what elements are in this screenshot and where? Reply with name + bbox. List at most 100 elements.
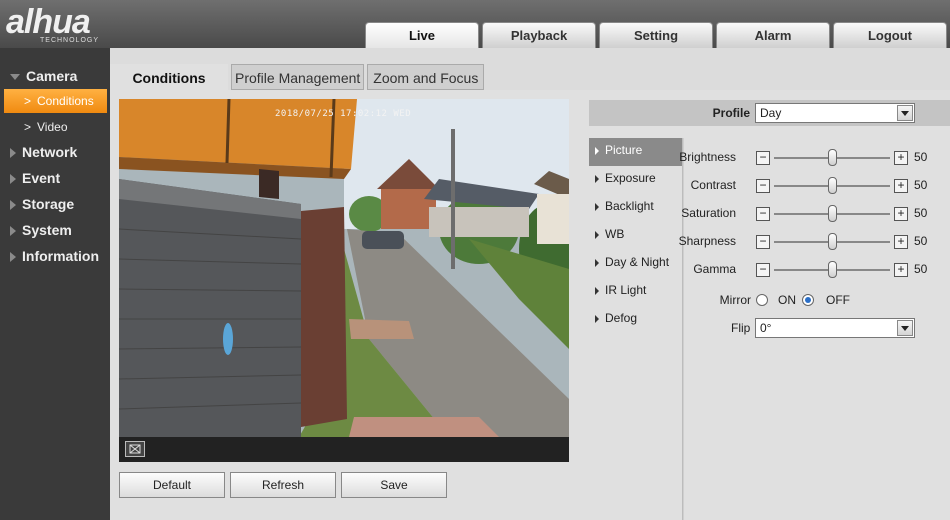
gamma-slider-thumb[interactable] bbox=[827, 261, 837, 278]
mirror-on-label: ON bbox=[778, 293, 796, 307]
mirror-label: Mirror bbox=[719, 293, 751, 307]
brightness-value: 50 bbox=[914, 150, 928, 164]
saturation-label: Saturation bbox=[681, 206, 736, 220]
contrast-increase-button[interactable]: + bbox=[894, 179, 908, 193]
saturation-value: 50 bbox=[914, 206, 928, 220]
flip-select[interactable]: 0° bbox=[755, 318, 915, 338]
video-timestamp: 2018/07/25 17:02:12 WED bbox=[275, 109, 412, 119]
menu-picture[interactable]: Picture bbox=[589, 138, 682, 166]
triangle-right-icon bbox=[595, 146, 599, 155]
nav-system[interactable]: System bbox=[0, 217, 110, 243]
menu-backlight[interactable]: Backlight bbox=[589, 194, 682, 222]
menu-defog[interactable]: Defog bbox=[589, 306, 682, 334]
menu-wb[interactable]: WB bbox=[589, 222, 682, 250]
triangle-right-icon bbox=[595, 230, 599, 239]
nav-storage[interactable]: Storage bbox=[0, 191, 110, 217]
menu-day-night-label: Day & Night bbox=[605, 255, 670, 269]
nav-network-label: Network bbox=[22, 144, 78, 160]
sub-tabs: Conditions Profile Management Zoom and F… bbox=[110, 64, 487, 90]
nav-camera[interactable]: Camera bbox=[0, 63, 110, 89]
tab-logout[interactable]: Logout bbox=[833, 22, 947, 48]
nav-conditions[interactable]: > Conditions bbox=[4, 89, 107, 113]
flip-label: Flip bbox=[731, 321, 751, 335]
dahua-logo: alhua TECHNOLOGY bbox=[6, 4, 146, 46]
gamma-increase-button[interactable]: + bbox=[894, 263, 908, 277]
nav-event-label: Event bbox=[22, 170, 61, 186]
triangle-right-icon bbox=[595, 314, 599, 323]
tab-setting[interactable]: Setting bbox=[599, 22, 713, 48]
tab-alarm[interactable]: Alarm bbox=[716, 22, 830, 48]
logo-text: alhua bbox=[6, 3, 91, 41]
nav-network[interactable]: Network bbox=[0, 139, 110, 165]
default-button[interactable]: Default bbox=[119, 472, 225, 498]
triangle-right-icon bbox=[595, 202, 599, 211]
nav-event[interactable]: Event bbox=[0, 165, 110, 191]
sharpness-slider-row: Sharpness − +50 bbox=[679, 232, 950, 252]
save-button[interactable]: Save bbox=[341, 472, 447, 498]
gamma-value: 50 bbox=[914, 262, 928, 276]
camera-scene-image bbox=[119, 99, 569, 437]
tab-playback[interactable]: Playback bbox=[482, 22, 596, 48]
brightness-decrease-button[interactable]: − bbox=[756, 151, 770, 165]
contrast-slider-thumb[interactable] bbox=[827, 177, 837, 194]
subtab-profile-management[interactable]: Profile Management bbox=[231, 64, 365, 90]
category-menu: Picture Exposure Backlight WB Day & Nigh… bbox=[589, 138, 682, 334]
flip-select-value: 0° bbox=[760, 321, 772, 335]
mirror-off-label: OFF bbox=[826, 293, 850, 307]
brightness-label: Brightness bbox=[679, 150, 736, 164]
saturation-increase-button[interactable]: + bbox=[894, 207, 908, 221]
sidebar: Camera > Conditions > Video Network Event … bbox=[0, 48, 110, 520]
profile-label: Profile bbox=[712, 106, 750, 120]
menu-picture-label: Picture bbox=[605, 143, 643, 157]
contrast-label: Contrast bbox=[690, 178, 736, 192]
saturation-slider-thumb[interactable] bbox=[827, 205, 837, 222]
nav-video-label: Video bbox=[37, 120, 68, 134]
video-preview: 2018/07/25 17:02:12 WED bbox=[119, 99, 569, 437]
mirror-off-radio[interactable] bbox=[802, 294, 814, 306]
nav-information[interactable]: Information bbox=[0, 243, 110, 269]
brightness-slider-thumb[interactable] bbox=[827, 149, 837, 166]
saturation-decrease-button[interactable]: − bbox=[756, 207, 770, 221]
profile-select-value: Day bbox=[760, 106, 782, 120]
fullscreen-button[interactable] bbox=[125, 441, 145, 457]
menu-defog-label: Defog bbox=[605, 311, 638, 325]
mirror-on-radio[interactable] bbox=[756, 294, 768, 306]
chevron-right-icon: > bbox=[24, 120, 32, 134]
menu-exposure[interactable]: Exposure bbox=[589, 166, 682, 194]
menu-backlight-label: Backlight bbox=[605, 199, 654, 213]
video-toolbar bbox=[119, 437, 569, 462]
nav-video[interactable]: > Video bbox=[4, 115, 107, 139]
nav-system-label: System bbox=[22, 222, 72, 238]
chevron-right-icon: > bbox=[24, 94, 32, 108]
menu-ir-light[interactable]: IR Light bbox=[589, 278, 682, 306]
brightness-slider-row: Brightness − +50 bbox=[679, 148, 950, 168]
dropdown-arrow-icon bbox=[897, 320, 913, 336]
contrast-decrease-button[interactable]: − bbox=[756, 179, 770, 193]
subtab-zoom-and-focus[interactable]: Zoom and Focus bbox=[367, 64, 485, 90]
triangle-right-icon bbox=[595, 286, 599, 295]
collapsed-triangle-icon bbox=[10, 252, 16, 263]
menu-exposure-label: Exposure bbox=[605, 171, 656, 185]
logo-subtext: TECHNOLOGY bbox=[40, 37, 100, 44]
collapsed-triangle-icon bbox=[10, 200, 16, 211]
top-header: alhua TECHNOLOGY Live Playback Setting A… bbox=[0, 0, 950, 48]
menu-day-night[interactable]: Day & Night bbox=[589, 250, 682, 278]
gamma-decrease-button[interactable]: − bbox=[756, 263, 770, 277]
profile-select[interactable]: Day bbox=[755, 103, 915, 123]
subtab-conditions[interactable]: Conditions bbox=[110, 64, 228, 90]
sharpness-value: 50 bbox=[914, 234, 928, 248]
sharpness-increase-button[interactable]: + bbox=[894, 235, 908, 249]
brightness-increase-button[interactable]: + bbox=[894, 151, 908, 165]
triangle-right-icon bbox=[595, 174, 599, 183]
refresh-button[interactable]: Refresh bbox=[230, 472, 336, 498]
tab-live[interactable]: Live bbox=[365, 22, 479, 48]
expanded-triangle-icon bbox=[10, 74, 20, 81]
nav-conditions-label: Conditions bbox=[37, 94, 94, 108]
menu-wb-label: WB bbox=[605, 227, 625, 241]
sharpness-decrease-button[interactable]: − bbox=[756, 235, 770, 249]
collapsed-triangle-icon bbox=[10, 148, 16, 159]
sharpness-slider-thumb[interactable] bbox=[827, 233, 837, 250]
nav-camera-label: Camera bbox=[26, 68, 78, 84]
mirror-row: Mirror ON OFF bbox=[686, 291, 950, 311]
nav-information-label: Information bbox=[22, 248, 99, 264]
